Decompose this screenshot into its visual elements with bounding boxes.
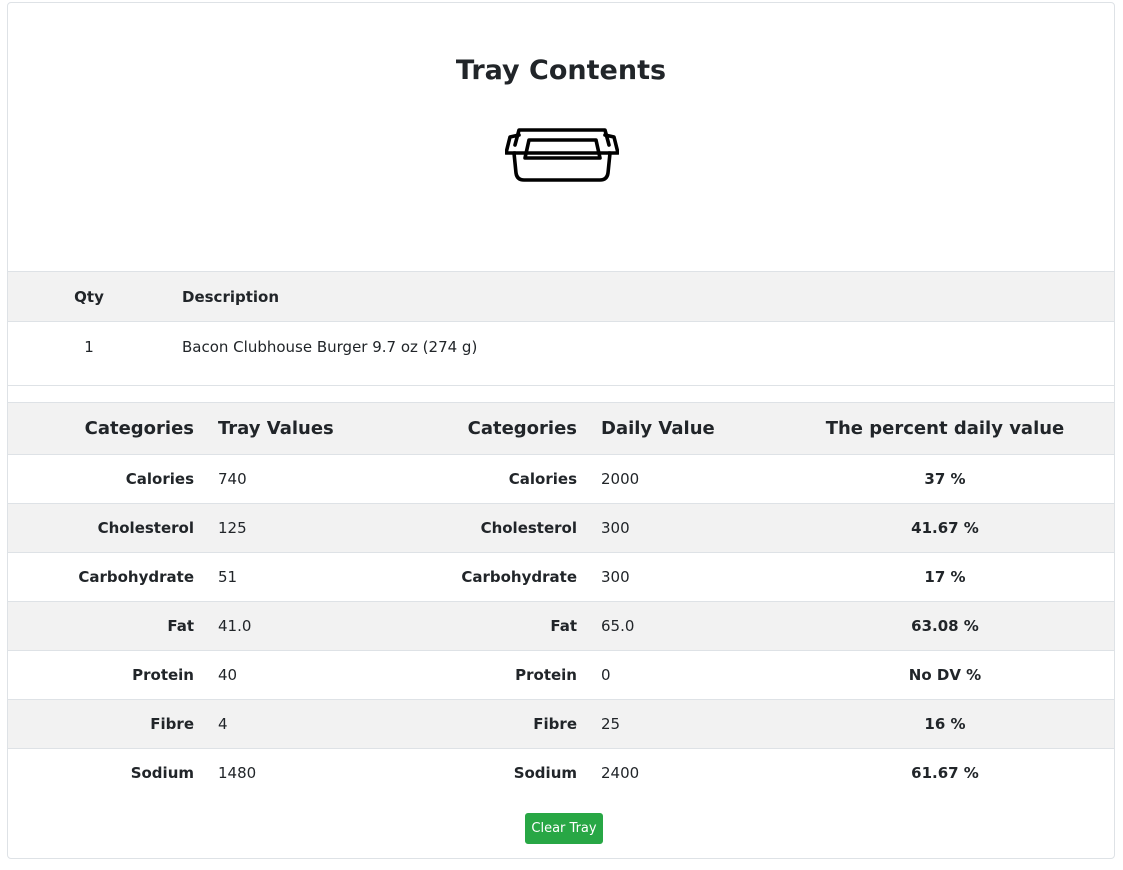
daily-value: 65.0 [601,617,635,635]
qty-header: Qty [74,288,104,306]
daily-value-header: Daily Value [601,418,715,439]
tray-value: 1480 [218,764,257,782]
percent-daily-value: 37 % [924,470,966,488]
category-label: Protein [132,666,194,684]
table-row: Fat 41.0 Fat 65.0 63.08 % [8,602,1114,651]
nutrition-table-header: Categories Tray Values Categories Daily … [8,402,1114,455]
table-row: Protein 40 Protein 0 No DV % [8,651,1114,700]
daily-value: 0 [601,666,611,684]
tray-value: 125 [218,519,247,537]
category-label: Fibre [150,715,194,733]
clear-tray-button[interactable]: Clear Tray [525,813,603,844]
tray-value: 51 [218,568,238,586]
description-header: Description [182,288,280,306]
percent-daily-value-header: The percent daily value [825,418,1065,439]
category-label-2: Sodium [513,764,577,782]
category-label: Cholesterol [97,519,194,537]
percent-daily-value: 17 % [924,568,966,586]
category-label: Calories [125,470,194,488]
tray-contents-card: Tray Contents Qty Description 1 Bacon Cl… [7,2,1115,859]
daily-value: 2400 [601,764,640,782]
page-title: Tray Contents [455,55,667,86]
tray-value: 740 [218,470,247,488]
table-row: Calories 740 Calories 2000 37 % [8,455,1114,504]
percent-daily-value: 61.67 % [911,764,979,782]
category-label-2: Fibre [533,715,577,733]
tray-values-header: Tray Values [218,418,334,439]
categories-header: Categories [84,418,194,439]
category-label-2: Fat [550,617,577,635]
category-label: Carbohydrate [78,568,194,586]
percent-daily-value: No DV % [908,666,982,684]
table-row: Cholesterol 125 Cholesterol 300 41.67 % [8,504,1114,553]
percent-daily-value: 63.08 % [911,617,979,635]
category-label-2: Carbohydrate [461,568,577,586]
category-label-2: Protein [515,666,577,684]
tray-value: 41.0 [218,617,252,635]
daily-value: 300 [601,568,630,586]
category-label: Fat [167,617,194,635]
item-description: Bacon Clubhouse Burger 9.7 oz (274 g) [182,338,478,356]
category-label: Sodium [130,764,194,782]
items-table-header: Qty Description [8,271,1114,322]
daily-value: 25 [601,715,621,733]
tray-value: 4 [218,715,228,733]
tray-value: 40 [218,666,238,684]
category-label-2: Calories [508,470,577,488]
item-qty: 1 [84,338,94,356]
categories-header-2: Categories [467,418,577,439]
daily-value: 300 [601,519,630,537]
table-row: Fibre 4 Fibre 25 16 % [8,700,1114,749]
table-row: Sodium 1480 Sodium 2400 61.67 % [8,749,1114,797]
table-row: 1 Bacon Clubhouse Burger 9.7 oz (274 g) [8,321,1114,386]
percent-daily-value: 16 % [924,715,966,733]
percent-daily-value: 41.67 % [911,519,979,537]
category-label-2: Cholesterol [480,519,577,537]
baking-tray-icon [505,128,619,182]
daily-value: 2000 [601,470,640,488]
table-row: Carbohydrate 51 Carbohydrate 300 17 % [8,553,1114,602]
